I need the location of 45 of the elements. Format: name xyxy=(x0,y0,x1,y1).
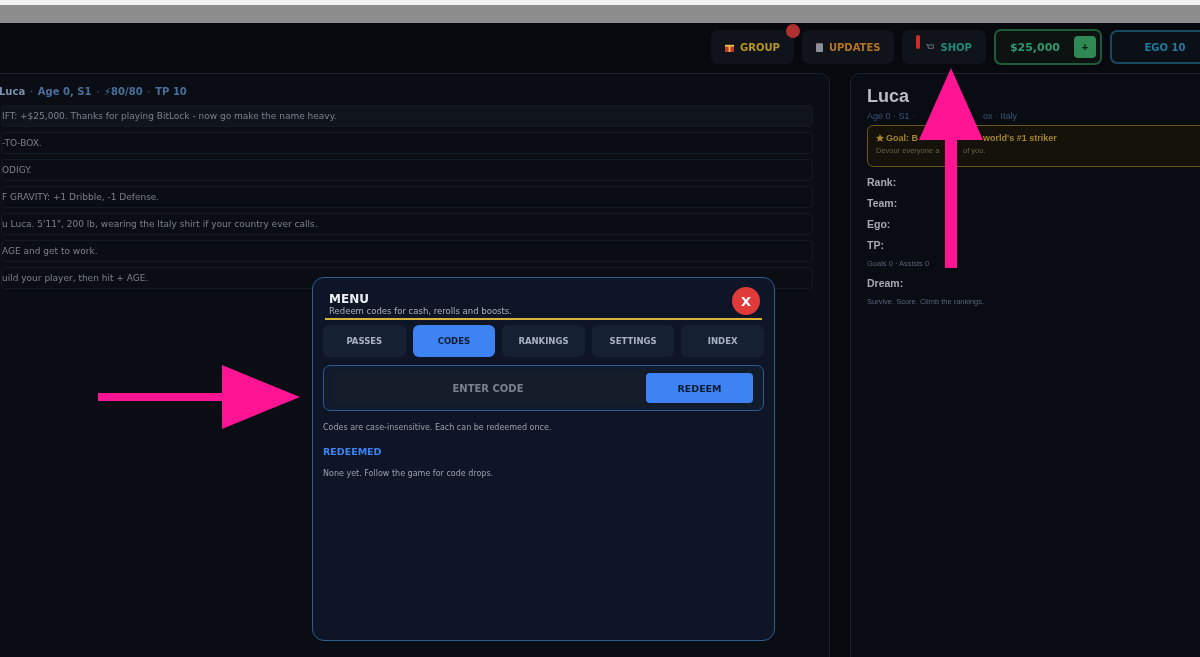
redeem-button[interactable]: REDEEM xyxy=(646,373,753,403)
stat-label: TP: xyxy=(867,239,885,251)
document-icon xyxy=(815,42,823,52)
star-icon xyxy=(876,134,884,142)
player-name: Luca xyxy=(867,86,910,107)
log-entry: AGE and get to work. xyxy=(1,240,813,262)
cart-icon xyxy=(926,43,935,51)
player-meta: Age 0 · S1 · xyxy=(867,111,917,121)
menu-tab[interactable]: INDEX xyxy=(681,325,764,357)
redeemed-heading: REDEEMED xyxy=(323,446,383,457)
add-cash-button[interactable]: + xyxy=(1074,36,1096,58)
log-entry: u Luca. 5'11", 200 lb, wearing the Italy shirt if your country ever calls. xyxy=(1,213,813,235)
log-header-item: Age 0, S1 xyxy=(37,86,92,97)
ego-button[interactable]: EGO 10 xyxy=(1110,30,1200,64)
stat-label: Ego: xyxy=(867,218,892,230)
cash-amount: $25,000 xyxy=(1009,40,1060,54)
menu-title: MENU xyxy=(329,292,370,306)
goal-title: world's #1 striker xyxy=(983,133,1057,143)
codes-hint: Codes are case-insensitive. Each can be redeemed once. xyxy=(323,423,553,432)
code-input[interactable]: ENTER CODE xyxy=(334,372,642,404)
close-button[interactable]: X xyxy=(732,287,760,315)
log-entry: F GRAVITY: +1 Dribble, -1 Defense. xyxy=(1,186,813,208)
menu-tab[interactable]: CODES xyxy=(412,325,496,357)
goal-title: Goal: B xyxy=(886,133,919,143)
group-button[interactable]: GROUP xyxy=(711,30,794,64)
alert-icon xyxy=(916,35,921,49)
stat-label: Team: xyxy=(867,197,899,209)
stat-label: Dream: xyxy=(867,277,905,289)
menu-tab[interactable]: RANKINGS xyxy=(502,325,585,357)
menu-tab[interactable]: PASSES xyxy=(323,325,406,357)
shop-button[interactable]: SHOP xyxy=(902,30,986,64)
updates-button[interactable]: UPDATES xyxy=(801,30,895,64)
player-meta: ox · Italy xyxy=(983,111,1017,121)
log-header-item: ⚡80/80 xyxy=(104,86,143,97)
log-header-item: Luca xyxy=(0,86,26,97)
redeemed-text: None yet. Follow the game for code drops. xyxy=(323,469,495,478)
log-entry: IFT: +$25,000. Thanks for playing BitLock - now go make the name heavy. xyxy=(1,105,813,127)
alert-badge xyxy=(785,24,800,38)
stat-label: Rank: xyxy=(867,176,898,188)
menu-subtitle: Redeem codes for cash, rerolls and boosts. xyxy=(329,306,512,316)
menu-tab[interactable]: SETTINGS xyxy=(591,325,675,357)
log-header-item: TP 10 xyxy=(155,86,187,97)
log-entry: ODIGY. xyxy=(1,159,813,181)
gift-icon xyxy=(725,42,735,52)
log-entry: -TO-BOX. xyxy=(1,132,813,154)
